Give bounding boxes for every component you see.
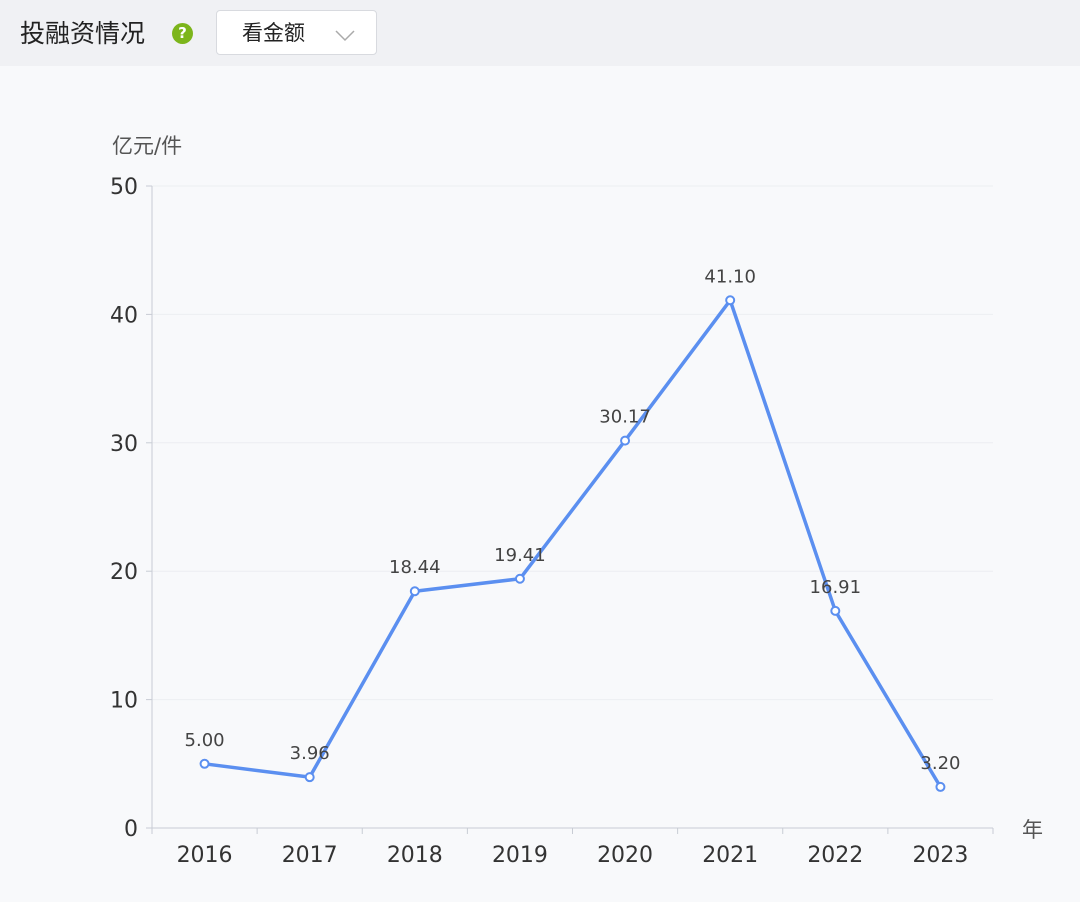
y-tick-label: 20 — [110, 560, 138, 585]
x-tick-label: 2017 — [282, 843, 338, 868]
chart-panel: 0 10 20 30 40 50 2016 2017 2018 2019 2020 2021 2022 2… — [0, 66, 1080, 902]
metric-select-value: 看金额 — [242, 21, 305, 45]
data-label: 3.96 — [290, 743, 330, 764]
data-label: 16.91 — [810, 577, 862, 598]
y-tick-label: 30 — [110, 432, 138, 457]
data-point — [304, 772, 315, 783]
data-label: 30.17 — [599, 407, 651, 428]
x-tick-label: 2022 — [807, 843, 863, 868]
series-line — [202, 298, 943, 789]
metric-select[interactable]: 看金额 — [216, 10, 377, 55]
line-chart: 0 10 20 30 40 50 2016 2017 2018 2019 2020 2021 2022 2… — [110, 175, 994, 868]
data-point — [514, 573, 525, 584]
y-tick-label: 50 — [110, 175, 138, 200]
header-bar: 投融资情况 ? 看金额 — [0, 0, 1080, 66]
x-tick-label: 2020 — [597, 843, 653, 868]
data-point — [620, 435, 631, 446]
data-label: 18.44 — [389, 557, 441, 578]
y-tick-label: 0 — [124, 817, 138, 842]
data-label: 3.20 — [920, 753, 960, 774]
x-tick-label: 2016 — [177, 843, 233, 868]
data-point — [830, 605, 841, 616]
x-tick-label: 2019 — [492, 843, 548, 868]
data-label: 41.10 — [704, 266, 756, 287]
page-title: 投融资情况 — [20, 19, 146, 48]
data-point — [935, 781, 946, 792]
data-label: 5.00 — [185, 730, 225, 751]
chevron-down-icon — [335, 30, 355, 42]
x-tick-label: 2018 — [387, 843, 443, 868]
question-circle-icon[interactable]: ? — [172, 23, 193, 44]
x-axis-unit-label: 年 — [1022, 818, 1043, 842]
x-tick-label: 2023 — [912, 843, 968, 868]
y-tick-label: 10 — [110, 689, 138, 714]
data-point — [409, 586, 420, 597]
data-point — [199, 758, 210, 769]
x-tick-label: 2021 — [702, 843, 758, 868]
data-label: 19.41 — [494, 545, 546, 566]
data-point — [725, 295, 736, 306]
y-tick-label: 40 — [110, 303, 138, 328]
y-axis-unit-label: 亿元/件 — [112, 134, 183, 158]
